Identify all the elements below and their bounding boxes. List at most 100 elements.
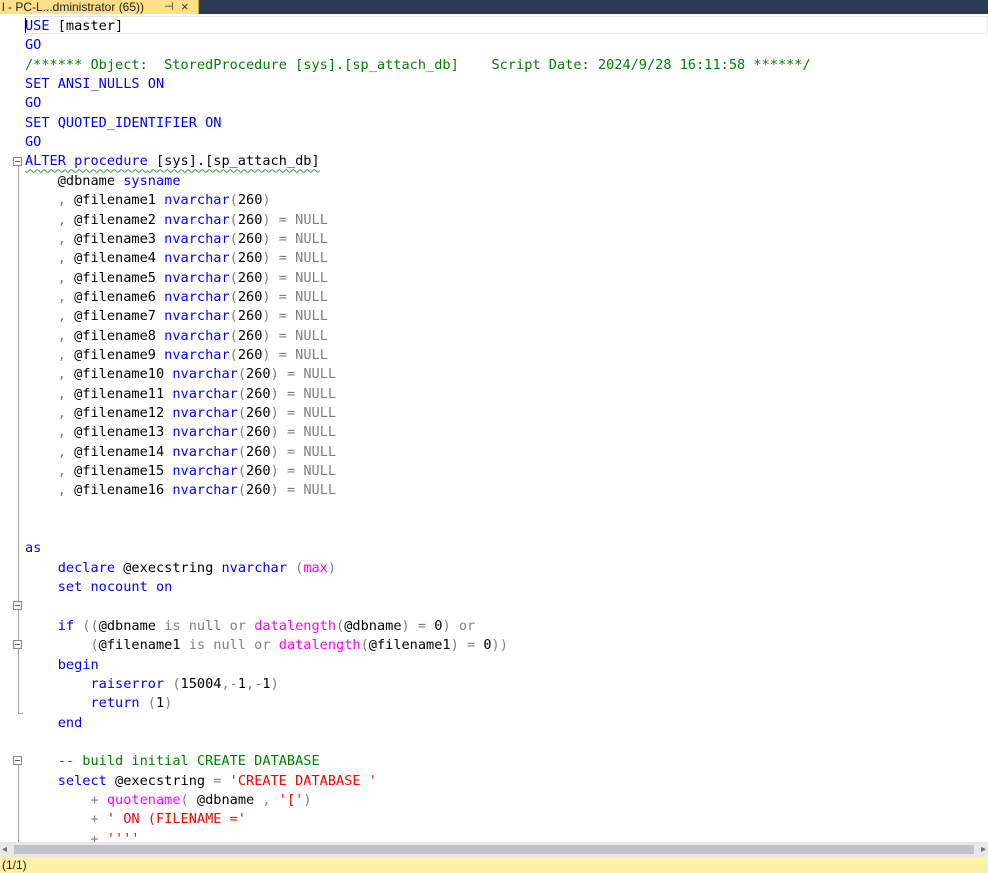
code-token: - <box>229 675 238 692</box>
code-line[interactable]: as <box>25 539 41 558</box>
code-token: nvarchar <box>172 463 238 480</box>
query-editor[interactable]: USE [master] GO/****** Object: StoredProc… <box>0 14 988 842</box>
code-token: , <box>57 308 66 325</box>
code-line[interactable]: , @filename12 nvarchar(260) = NULL <box>25 404 336 423</box>
code-token: + <box>90 792 99 808</box>
outline-guide-if <box>18 610 19 636</box>
code-line[interactable]: end <box>25 714 83 733</box>
code-token: = <box>270 346 296 363</box>
code-token: , <box>246 675 255 692</box>
code-line[interactable]: + ' ON (FILENAME =' <box>25 810 246 829</box>
code-token: nvarchar <box>164 327 230 344</box>
scroll-right-icon[interactable]: ▸ <box>981 842 986 857</box>
code-line[interactable]: ALTER procedure [sys].[sp_attach_db] <box>25 152 320 171</box>
code-line[interactable]: , @filename11 nvarchar(260) = NULL <box>25 385 336 404</box>
code-line[interactable]: , @filename5 nvarchar(260) = NULL <box>25 269 328 288</box>
code-line[interactable]: /****** Object: StoredProcedure [sys].[s… <box>25 56 811 75</box>
code-token: @filename1 <box>98 637 189 654</box>
code-token: ( <box>237 385 247 402</box>
code-line[interactable]: , @filename13 nvarchar(260) = NULL <box>25 423 336 442</box>
code-line[interactable]: + quotename( @dbname , '[') <box>25 791 312 810</box>
code-line[interactable]: , @filename10 nvarchar(260) = NULL <box>25 365 336 384</box>
collapse-procedure-icon[interactable] <box>13 157 22 166</box>
code-line[interactable]: begin <box>25 656 99 675</box>
horizontal-scrollbar[interactable]: ◂ ▸ <box>0 842 988 857</box>
code-line[interactable]: raiserror (15004,-1,-1) <box>25 675 278 694</box>
code-line[interactable]: , @filename2 nvarchar(260) = NULL <box>25 211 328 230</box>
pin-icon[interactable]: ⊣ <box>164 0 174 14</box>
code-token: , <box>57 482 66 499</box>
code-line[interactable]: GO <box>25 133 41 152</box>
code-token: @filename11 <box>65 385 173 402</box>
code-line[interactable]: (@filename1 is null or datalength(@filen… <box>25 636 507 655</box>
code-token: is null or <box>164 617 247 634</box>
code-token: datalength <box>254 617 337 634</box>
code-token: ) <box>262 346 271 363</box>
collapse-select-icon[interactable] <box>13 756 22 765</box>
collapse-if-icon[interactable] <box>13 601 22 610</box>
query-tab[interactable]: l - PC-L...dministrator (65)) ⊣ × <box>0 0 199 14</box>
code-token: NULL <box>295 288 328 305</box>
scroll-left-icon[interactable]: ◂ <box>2 842 7 857</box>
code-line[interactable]: , @filename4 nvarchar(260) = NULL <box>25 249 328 268</box>
code-line[interactable]: declare @execstring nvarchar (max) <box>25 559 336 578</box>
code-line[interactable]: USE [master] <box>25 17 123 36</box>
code-line[interactable]: , @filename9 nvarchar(260) = NULL <box>25 346 328 365</box>
code-token: , <box>57 269 66 286</box>
code-token: ) <box>270 443 279 460</box>
code-token: = <box>409 617 435 634</box>
code-line[interactable]: , @filename16 nvarchar(260) = NULL <box>25 481 336 500</box>
code-line[interactable]: + '''' <box>25 830 140 842</box>
code-token: = <box>278 366 304 383</box>
code-line[interactable]: , @filename14 nvarchar(260) = NULL <box>25 443 336 462</box>
code-token: ( <box>229 288 238 305</box>
code-line[interactable]: , @filename3 nvarchar(260) = NULL <box>25 230 328 249</box>
code-line[interactable]: , @filename1 nvarchar(260) <box>25 191 271 210</box>
code-line[interactable]: @dbname sysname <box>25 172 181 191</box>
code-line[interactable]: SET ANSI_NULLS ON <box>25 75 164 94</box>
code-token: = <box>278 482 304 499</box>
code-token: begin <box>57 656 99 673</box>
code-line[interactable]: , @filename6 nvarchar(260) = NULL <box>25 288 328 307</box>
code-token: @filename16 <box>65 482 173 499</box>
scrollbar-thumb[interactable] <box>14 845 974 854</box>
code-token: '''' <box>106 830 140 842</box>
code-line[interactable]: , @filename8 nvarchar(260) = NULL <box>25 327 328 346</box>
code-line[interactable]: , @filename7 nvarchar(260) = NULL <box>25 307 328 326</box>
code-token: ( <box>164 675 181 692</box>
code-line[interactable]: SET QUOTED_IDENTIFIER ON <box>25 114 221 133</box>
code-token: ( <box>139 695 156 712</box>
code-token: ( <box>237 366 247 383</box>
code-token: NULL <box>295 250 328 267</box>
code-line[interactable]: GO <box>25 36 41 55</box>
collapse-begin-icon[interactable] <box>13 640 22 649</box>
code-line[interactable]: select @execstring = 'CREATE DATABASE ' <box>25 772 377 791</box>
code-line[interactable]: if ((@dbname is null or datalength(@dbna… <box>25 617 475 636</box>
code-line[interactable]: , @filename15 nvarchar(260) = NULL <box>25 462 336 481</box>
code-token: ) <box>270 482 279 499</box>
code-token: ) <box>303 792 312 808</box>
code-token: ) <box>262 288 271 305</box>
code-token: @filename2 <box>65 211 165 228</box>
code-line[interactable]: set nocount on <box>25 578 173 597</box>
code-token: @filename1 <box>368 637 451 654</box>
code-line[interactable]: -- build initial CREATE DATABASE <box>25 752 320 771</box>
code-token: nvarchar <box>164 308 230 325</box>
code-line[interactable]: return (1) <box>25 694 172 713</box>
code-line[interactable]: GO <box>25 94 41 113</box>
code-token: SET <box>25 114 50 131</box>
close-icon[interactable]: × <box>181 0 189 14</box>
